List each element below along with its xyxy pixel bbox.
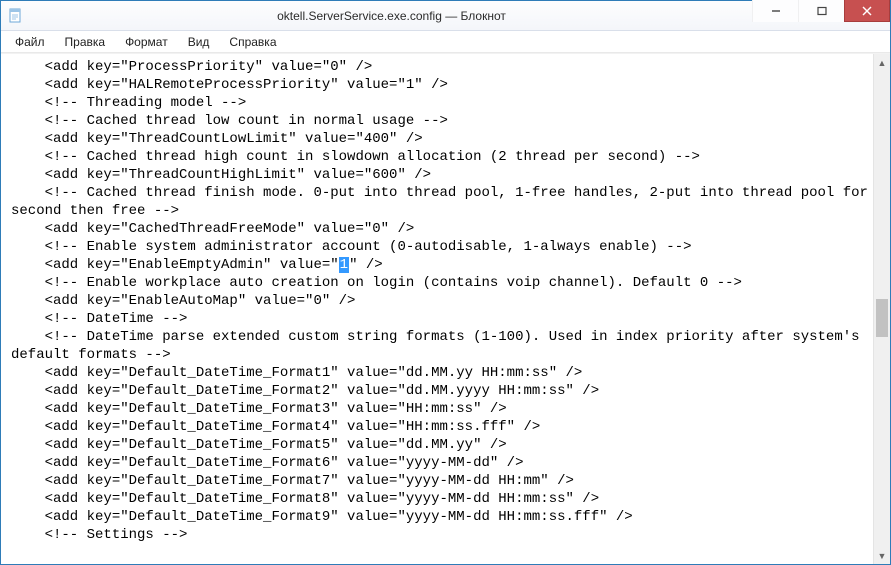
maximize-button[interactable] [798, 0, 844, 22]
editor-area: <add key="ProcessPriority" value="0" /> … [1, 53, 890, 564]
scroll-thumb[interactable] [876, 299, 888, 337]
text-selection: 1 [339, 257, 349, 273]
app-icon [1, 8, 31, 24]
menu-help[interactable]: Справка [221, 33, 284, 51]
minimize-button[interactable] [752, 0, 798, 22]
app-window: oktell.ServerService.exe.config — Блокно… [0, 0, 891, 565]
scroll-track[interactable] [874, 71, 890, 547]
vertical-scrollbar[interactable]: ▲ ▼ [873, 54, 890, 564]
text-editor[interactable]: <add key="ProcessPriority" value="0" /> … [1, 54, 873, 564]
scroll-up-arrow-icon[interactable]: ▲ [874, 54, 890, 71]
close-button[interactable] [844, 0, 890, 22]
menu-file[interactable]: Файл [7, 33, 53, 51]
menu-view[interactable]: Вид [180, 33, 218, 51]
window-title: oktell.ServerService.exe.config — Блокно… [31, 9, 752, 23]
menu-format[interactable]: Формат [117, 33, 176, 51]
menu-edit[interactable]: Правка [57, 33, 114, 51]
titlebar[interactable]: oktell.ServerService.exe.config — Блокно… [1, 1, 890, 31]
scroll-down-arrow-icon[interactable]: ▼ [874, 547, 890, 564]
window-controls [752, 1, 890, 30]
menubar: Файл Правка Формат Вид Справка [1, 31, 890, 53]
